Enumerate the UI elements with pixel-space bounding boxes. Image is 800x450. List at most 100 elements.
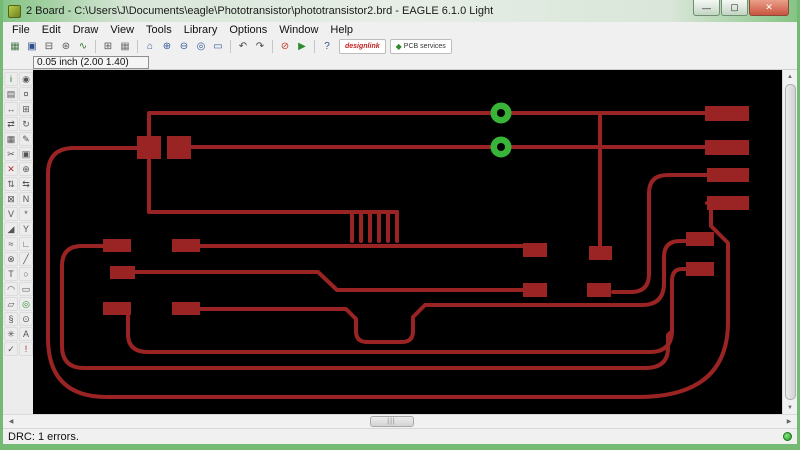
drc-tool-icon[interactable]: ✓ [4, 342, 18, 356]
rect-tool-icon[interactable]: ▭ [19, 282, 33, 296]
close-button[interactable]: ✕ [749, 0, 789, 16]
help-icon[interactable]: ? [319, 39, 335, 55]
move-tool-icon[interactable]: ↔ [4, 102, 18, 116]
smd-pad [523, 283, 547, 297]
scroll-up-icon[interactable]: ▲ [783, 70, 797, 83]
cut-tool-icon[interactable]: ✂ [4, 147, 18, 161]
display-tool-icon[interactable]: ▤ [4, 87, 18, 101]
arc-tool-icon[interactable]: ◠ [4, 282, 18, 296]
minimize-button[interactable]: — [693, 0, 720, 16]
smash-tool-icon[interactable]: * [19, 207, 33, 221]
menu-edit[interactable]: Edit [36, 24, 67, 36]
optimize-tool-icon[interactable]: ≈ [4, 237, 18, 251]
change-tool-icon[interactable]: ✎ [19, 132, 33, 146]
pinswap-tool-icon[interactable]: ⇅ [4, 177, 18, 191]
menu-draw[interactable]: Draw [67, 24, 105, 36]
delete-tool-icon[interactable]: ✕ [4, 162, 18, 176]
add-tool-icon[interactable]: ⊕ [19, 162, 33, 176]
load-design-icon[interactable]: ⊞ [100, 39, 116, 55]
menu-help[interactable]: Help [324, 24, 359, 36]
text-tool-icon[interactable]: T [4, 267, 18, 281]
smd-pad [686, 232, 714, 246]
pcb-service-button[interactable]: ◆ PCB services [389, 39, 452, 54]
zoom-select-icon[interactable]: ▭ [210, 39, 226, 55]
via-tool-icon[interactable]: ◎ [19, 297, 33, 311]
switch-to-schematic-icon[interactable]: ∿ [75, 39, 91, 55]
drc-status-text: DRC: 1 errors. [8, 430, 79, 443]
info-tool-icon[interactable]: i [4, 72, 18, 86]
scroll-left-icon[interactable]: ◀ [3, 418, 19, 425]
maximize-button[interactable]: ▢ [721, 0, 748, 16]
pcb-layout[interactable] [33, 70, 782, 414]
online-status-indicator[interactable] [783, 432, 792, 441]
value-tool-icon[interactable]: V [4, 207, 18, 221]
menu-library[interactable]: Library [178, 24, 224, 36]
auto-tool-icon[interactable]: A [19, 327, 33, 341]
mirror-tool-icon[interactable]: ⇄ [4, 117, 18, 131]
rotate-tool-icon[interactable]: ↻ [19, 117, 33, 131]
wire-tool-icon[interactable]: ╱ [19, 252, 33, 266]
menu-tools[interactable]: Tools [140, 24, 178, 36]
menu-view[interactable]: View [104, 24, 140, 36]
toolbar-separator [314, 40, 315, 53]
scroll-down-icon[interactable]: ▼ [783, 401, 797, 414]
horizontal-scroll-track[interactable]: ||| [19, 415, 781, 428]
smd-pad [110, 266, 135, 279]
lock-tool-icon[interactable]: ⊠ [4, 192, 18, 206]
miter-tool-icon[interactable]: ◢ [4, 222, 18, 236]
cam-processor-icon[interactable]: ⊛ [58, 39, 74, 55]
mark-tool-icon[interactable]: ¤ [19, 87, 33, 101]
menu-options[interactable]: Options [223, 24, 273, 36]
status-bar: DRC: 1 errors. [3, 428, 797, 444]
group-tool-icon[interactable]: ▦ [4, 132, 18, 146]
horizontal-scroll-thumb[interactable]: ||| [369, 416, 414, 427]
go-icon[interactable]: ▶ [294, 39, 310, 55]
show-tool-icon[interactable]: ◉ [19, 72, 33, 86]
hole-tool-icon[interactable]: ⊙ [19, 312, 33, 326]
copper-trace [147, 111, 732, 152]
smd-pad [523, 243, 547, 257]
menu-file[interactable]: File [6, 24, 36, 36]
circle-tool-icon[interactable]: ○ [19, 267, 33, 281]
designlink-button[interactable]: designlink [339, 39, 386, 54]
errors-tool-icon[interactable]: ! [19, 342, 33, 356]
menu-window[interactable]: Window [273, 24, 324, 36]
redo-icon[interactable]: ↷ [252, 39, 268, 55]
signal-tool-icon[interactable]: § [4, 312, 18, 326]
paste-tool-icon[interactable]: ▣ [19, 147, 33, 161]
copper-trace [147, 154, 399, 214]
coordinate-display: 0.05 inch (2.00 1.40) [33, 56, 149, 69]
vertical-scroll-thumb[interactable] [784, 84, 796, 400]
smd-pad [103, 239, 131, 252]
control-panel-icon[interactable]: ▦ [7, 39, 23, 55]
vias[interactable] [490, 102, 512, 158]
ripup-tool-icon[interactable]: ⊗ [4, 252, 18, 266]
replace-tool-icon[interactable]: ⇆ [19, 177, 33, 191]
zoom-fit-icon[interactable]: ⌂ [142, 39, 158, 55]
undo-icon[interactable]: ↶ [235, 39, 251, 55]
stop-icon[interactable]: ⊘ [277, 39, 293, 55]
save-icon[interactable]: ▣ [24, 39, 40, 55]
split-tool-icon[interactable]: Y [19, 222, 33, 236]
grid-icon[interactable]: ▦ [117, 39, 133, 55]
toolbar-separator [272, 40, 273, 53]
title-bar: 2 Board - C:\Users\J\Documents\eagle\Pho… [3, 0, 797, 22]
scroll-right-icon[interactable]: ▶ [781, 418, 797, 425]
zoom-in-icon[interactable]: ⊕ [159, 39, 175, 55]
print-icon[interactable]: ⊟ [41, 39, 57, 55]
horizontal-scrollbar[interactable]: ◀ ||| ▶ [3, 414, 797, 428]
zoom-out-icon[interactable]: ⊖ [176, 39, 192, 55]
vertical-scrollbar[interactable]: ▲ ▼ [782, 70, 797, 414]
ratsnest-tool-icon[interactable]: ✳ [4, 327, 18, 341]
polygon-tool-icon[interactable]: ▱ [4, 297, 18, 311]
name-tool-icon[interactable]: N [19, 192, 33, 206]
app-icon[interactable] [8, 4, 21, 18]
zoom-redraw-icon[interactable]: ◎ [193, 39, 209, 55]
route-tool-icon[interactable]: ∟ [19, 237, 33, 251]
menu-bar: File Edit Draw View Tools Library Options Windo… [3, 22, 797, 37]
copy-tool-icon[interactable]: ⊞ [19, 102, 33, 116]
toolbar-separator [95, 40, 96, 53]
pcb-service-label: PCB services [403, 43, 446, 50]
window-title: 2 Board - C:\Users\J\Documents\eagle\Pho… [26, 5, 494, 17]
board-canvas[interactable] [33, 70, 782, 414]
